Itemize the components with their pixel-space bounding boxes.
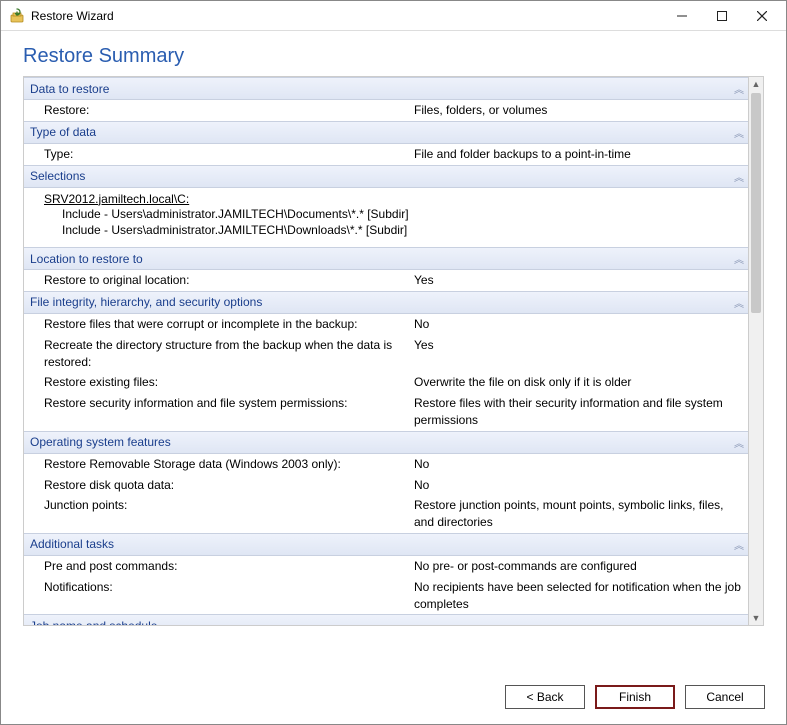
minimize-button[interactable]	[662, 2, 702, 30]
collapse-icon: ︽	[734, 169, 740, 184]
row-label: Restore to original location:	[44, 272, 414, 289]
section-title: Type of data	[30, 125, 96, 139]
section-title: Selections	[30, 169, 85, 183]
row-value: No	[414, 477, 742, 494]
row-value: No pre- or post-commands are configured	[414, 558, 742, 575]
row-label: Type:	[44, 146, 414, 163]
app-icon	[9, 8, 25, 24]
selection-include-line: Include - Users\administrator.JAMILTECH\…	[44, 222, 742, 239]
section-title: File integrity, hierarchy, and security …	[30, 295, 262, 309]
collapse-icon: ︽	[734, 251, 740, 266]
row-value: No	[414, 316, 742, 333]
row-value: No recipients have been selected for not…	[414, 579, 742, 613]
row-value: No	[414, 456, 742, 473]
section-title: Job name and schedule	[30, 619, 157, 626]
selection-include-line: Include - Users\administrator.JAMILTECH\…	[44, 206, 742, 223]
cancel-button[interactable]: Cancel	[685, 685, 765, 709]
row-value: Yes	[414, 337, 742, 371]
summary-row: Restore security information and file sy…	[24, 393, 748, 431]
summary-row: Restore Removable Storage data (Windows …	[24, 454, 748, 475]
summary-content: Data to restore ︽ Restore: Files, folder…	[23, 76, 748, 626]
back-button[interactable]: < Back	[505, 685, 585, 709]
row-label: Restore files that were corrupt or incom…	[44, 316, 414, 333]
collapse-icon: ︽	[734, 618, 740, 626]
row-label: Pre and post commands:	[44, 558, 414, 575]
row-value: Overwrite the file on disk only if it is…	[414, 374, 742, 391]
section-header-job[interactable]: Job name and schedule ︽	[24, 614, 748, 626]
row-label: Restore security information and file sy…	[44, 395, 414, 429]
page-title: Restore Summary	[1, 31, 786, 76]
row-value: Files, folders, or volumes	[414, 102, 742, 119]
maximize-button[interactable]	[702, 2, 742, 30]
title-bar: Restore Wizard	[1, 1, 786, 31]
row-label: Junction points:	[44, 497, 414, 531]
row-label: Recreate the directory structure from th…	[44, 337, 414, 371]
section-header-os-features[interactable]: Operating system features ︽	[24, 431, 748, 454]
section-title: Location to restore to	[30, 252, 143, 266]
row-value: Restore junction points, mount points, s…	[414, 497, 742, 531]
selection-host: SRV2012.jamiltech.local\C:	[44, 192, 742, 206]
summary-row: Restore existing files: Overwrite the fi…	[24, 372, 748, 393]
row-value: Restore files with their security inform…	[414, 395, 742, 429]
collapse-icon: ︽	[734, 81, 740, 96]
section-title: Additional tasks	[30, 537, 114, 551]
window-controls	[662, 2, 782, 30]
finish-button[interactable]: Finish	[595, 685, 675, 709]
summary-row: Restore files that were corrupt or incom…	[24, 314, 748, 335]
wizard-button-row: < Back Finish Cancel	[505, 685, 765, 709]
section-header-integrity[interactable]: File integrity, hierarchy, and security …	[24, 291, 748, 314]
collapse-icon: ︽	[734, 537, 740, 552]
row-label: Restore existing files:	[44, 374, 414, 391]
scroll-down-arrow[interactable]: ▼	[749, 611, 763, 625]
scroll-up-arrow[interactable]: ▲	[749, 77, 763, 91]
row-value: Yes	[414, 272, 742, 289]
section-header-selections[interactable]: Selections ︽	[24, 165, 748, 188]
section-header-type-of-data[interactable]: Type of data ︽	[24, 121, 748, 144]
window-title: Restore Wizard	[31, 9, 662, 23]
section-header-additional[interactable]: Additional tasks ︽	[24, 533, 748, 556]
summary-row: Type: File and folder backups to a point…	[24, 144, 748, 165]
row-label: Notifications:	[44, 579, 414, 613]
close-button[interactable]	[742, 2, 782, 30]
row-label: Restore:	[44, 102, 414, 119]
section-title: Data to restore	[30, 82, 109, 96]
summary-row: Pre and post commands: No pre- or post-c…	[24, 556, 748, 577]
section-header-data-to-restore[interactable]: Data to restore ︽	[24, 77, 748, 100]
section-title: Operating system features	[30, 435, 171, 449]
summary-row: Restore: Files, folders, or volumes	[24, 100, 748, 121]
collapse-icon: ︽	[734, 125, 740, 140]
row-value: File and folder backups to a point-in-ti…	[414, 146, 742, 163]
vertical-scrollbar[interactable]: ▲ ▼	[748, 76, 764, 626]
summary-row: Restore disk quota data: No	[24, 475, 748, 496]
summary-row: Recreate the directory structure from th…	[24, 335, 748, 373]
row-label: Restore Removable Storage data (Windows …	[44, 456, 414, 473]
section-header-location[interactable]: Location to restore to ︽	[24, 247, 748, 270]
summary-row: Junction points: Restore junction points…	[24, 495, 748, 533]
collapse-icon: ︽	[734, 435, 740, 450]
summary-row: Notifications: No recipients have been s…	[24, 577, 748, 615]
scroll-thumb[interactable]	[751, 93, 761, 313]
collapse-icon: ︽	[734, 295, 740, 310]
selections-block: SRV2012.jamiltech.local\C: Include - Use…	[24, 188, 748, 248]
row-label: Restore disk quota data:	[44, 477, 414, 494]
summary-row: Restore to original location: Yes	[24, 270, 748, 291]
